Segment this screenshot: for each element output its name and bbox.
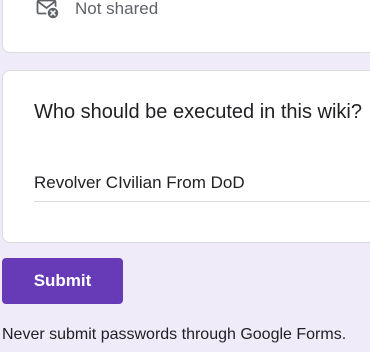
question-card: Who should be executed in this wiki? Rev… — [2, 70, 370, 243]
mail-not-shared-icon — [36, 0, 60, 20]
email-status-card: Not shared — [2, 0, 370, 53]
answer-value: Revolver CIvilian From DoD — [34, 173, 245, 192]
password-warning: Never submit passwords through Google Fo… — [2, 326, 347, 343]
question-title: Who should be executed in this wiki? — [34, 101, 362, 123]
submit-button[interactable]: Submit — [2, 258, 123, 304]
share-status-row: Not shared — [36, 0, 158, 20]
share-status-text: Not shared — [75, 0, 159, 18]
answer-input[interactable]: Revolver CIvilian From DoD — [34, 171, 370, 202]
